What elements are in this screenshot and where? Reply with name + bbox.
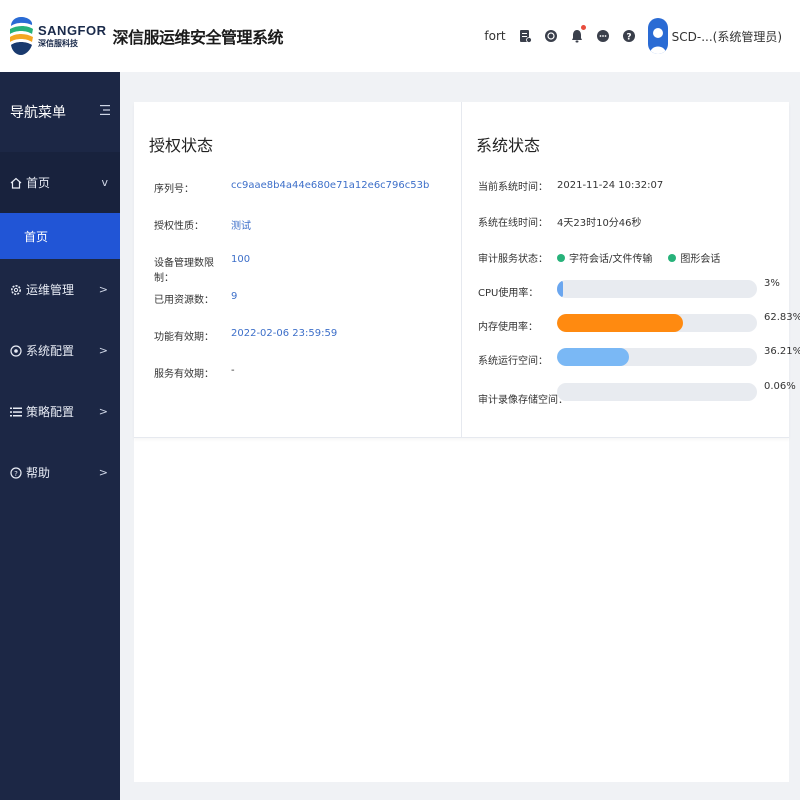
sidebar-subitem-home[interactable]: 首页	[0, 213, 120, 259]
system-title: 深信服运维安全管理系统	[112, 28, 284, 47]
sidebar-item-home[interactable]: 首页 v	[0, 152, 120, 213]
service-status-text-session: 字符会话/文件传输	[557, 250, 652, 265]
license-row-type: 授权性质： 测试	[154, 221, 251, 232]
brand-name-cn: 深信服科技	[38, 39, 78, 48]
sidebar-item-policy-config[interactable]: 策略配置 >	[0, 381, 120, 442]
notification-dot	[580, 25, 586, 30]
system-space-bar	[557, 348, 757, 366]
sangfor-logo[interactable]: SANGFOR 深信服科技	[8, 15, 107, 57]
license-row-feature-expiry: 功能有效期： 2022-02-06 23:59:59	[154, 328, 338, 343]
audit-storage-percent: 0.06%	[764, 381, 796, 392]
avatar[interactable]	[647, 18, 668, 54]
nav-header: 导航菜单	[0, 72, 120, 152]
audit-storage-row: 审计录像存储空间： 0.06%	[478, 381, 796, 406]
system-time: 2021-11-24 10:32:07	[557, 180, 664, 191]
dashboard-card: 授权状态 序列号： cc9aae8b4a44e680e71a12e6c796c5…	[134, 102, 800, 782]
chevron-right-icon: >	[98, 466, 108, 479]
chevron-right-icon: >	[98, 344, 108, 357]
license-status-panel: 授权状态 序列号： cc9aae8b4a44e680e71a12e6c796c5…	[134, 102, 462, 437]
nav-heading: 导航菜单	[10, 105, 66, 121]
sidebar-item-label: 运维管理	[26, 283, 75, 297]
sangfor-logo-mark-icon	[8, 15, 34, 57]
audit-service-row: 审计服务状态： 字符会话/文件传输 图形会话	[478, 250, 736, 265]
list-icon	[10, 406, 22, 418]
cpu-usage-fill	[557, 280, 563, 298]
system-uptime-row: 系统在线时间： 4天23时10分46秒	[478, 214, 642, 229]
cpu-usage-row: CPU使用率： 3%	[478, 278, 780, 299]
memory-usage-row: 内存使用率： 62.83%	[478, 312, 800, 334]
service-status-graphic-session: 图形会话	[668, 250, 720, 265]
top-header: SANGFOR 深信服科技 深信服运维安全管理系统 fort ? SCD-...…	[0, 0, 800, 72]
home-icon	[10, 177, 22, 189]
sidebar-item-label: 首页	[26, 176, 51, 190]
memory-usage-percent: 62.83%	[764, 312, 800, 323]
audit-storage-bar	[557, 383, 757, 401]
license-row-serial: 序列号： cc9aae8b4a44e680e71a12e6c796c53b	[154, 180, 430, 195]
sidebar-item-label: 帮助	[26, 466, 51, 480]
clock-icon[interactable]	[544, 29, 558, 43]
system-space-fill	[557, 348, 630, 366]
svg-text:?: ?	[14, 469, 18, 477]
gear-icon	[10, 284, 22, 296]
memory-usage-fill	[557, 314, 683, 332]
cpu-usage-bar	[557, 280, 757, 298]
memory-usage-bar	[557, 314, 757, 332]
svg-text:?: ?	[626, 33, 631, 43]
brand-name: SANGFOR	[38, 23, 107, 38]
chevron-down-icon: v	[101, 176, 108, 189]
license-row-used-resources: 已用资源数： 9	[154, 291, 238, 306]
sidebar-item-label: 策略配置	[26, 405, 75, 419]
system-space-percent: 36.21%	[764, 346, 800, 357]
username-label: fort	[484, 29, 506, 43]
bell-icon[interactable]	[570, 25, 586, 43]
help-icon[interactable]: ?	[622, 29, 636, 43]
sidebar-item-operations[interactable]: 运维管理 >	[0, 259, 120, 320]
license-row-service-expiry: 服务有效期： -	[154, 365, 235, 380]
system-space-row: 系统运行空间： 36.21%	[478, 346, 800, 368]
settings-icon	[10, 344, 22, 357]
collapse-menu-icon[interactable]	[100, 104, 110, 120]
chevron-right-icon: >	[98, 405, 108, 418]
status-dot-icon	[557, 253, 565, 262]
chevron-right-icon: >	[98, 283, 108, 296]
system-status-panel: 系统状态 当前系统时间： 2021-11-24 10:32:07 系统在线时间：…	[462, 102, 800, 437]
sidebar: 导航菜单 首页 v 首页 运维管理 > 系统配置 > 策略配置 > ? 帮助 >	[0, 72, 120, 800]
account-name[interactable]: SCD-...(系统管理员)	[672, 28, 782, 45]
system-time-row: 当前系统时间： 2021-11-24 10:32:07	[478, 180, 664, 193]
system-uptime: 4天23时10分46秒	[557, 218, 642, 229]
chat-icon[interactable]	[596, 29, 610, 43]
system-status-title: 系统状态	[476, 136, 541, 155]
document-icon[interactable]	[518, 29, 532, 43]
sidebar-item-label: 系统配置	[26, 344, 75, 358]
license-row-device-limit: 设备管理数限制： 100	[154, 254, 251, 284]
cpu-usage-percent: 3%	[764, 278, 780, 289]
status-dot-icon	[668, 253, 677, 262]
help-icon: ?	[10, 466, 22, 479]
serial-number: cc9aae8b4a44e680e71a12e6c796c53b	[231, 180, 430, 191]
license-status-title: 授权状态	[149, 136, 214, 155]
sidebar-item-help[interactable]: ? 帮助 >	[0, 442, 120, 503]
sidebar-item-system-config[interactable]: 系统配置 >	[0, 320, 120, 381]
